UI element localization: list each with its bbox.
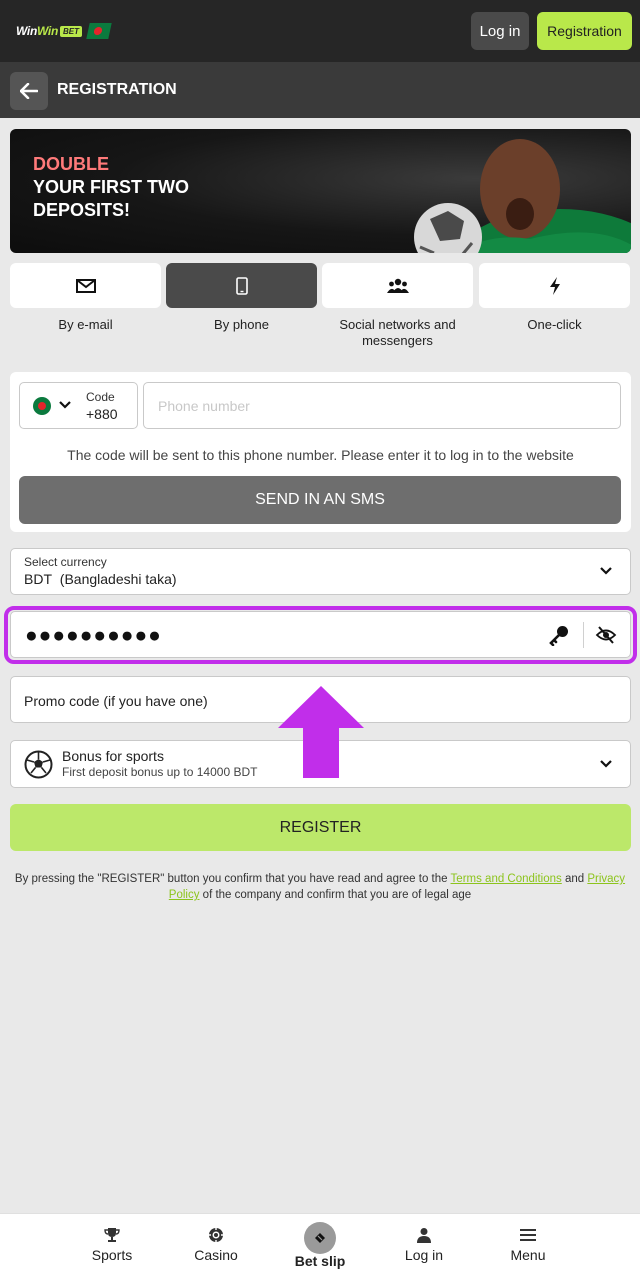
smartphone-icon [235, 276, 248, 295]
eye-off-icon[interactable] [595, 625, 617, 645]
nav-menu-label: Menu [510, 1247, 546, 1263]
banner-line-3: DEPOSITS! [33, 200, 131, 220]
nav-log-in-label: Log in [404, 1247, 444, 1263]
currency-value: BDT (Bangladeshi taka) [24, 571, 177, 587]
currency-select[interactable]: Select currency BDT (Bangladeshi taka) [10, 548, 631, 595]
tab-by-email-tile[interactable] [10, 263, 161, 308]
page-header: REGISTRATION [0, 62, 640, 118]
nav-casino[interactable]: Casino [164, 1214, 268, 1280]
arrow-left-icon [20, 83, 38, 99]
bottom-navigation: Sports Casino Bet slip Log in Menu [0, 1213, 640, 1280]
currency-name: (Bangladeshi taka) [59, 571, 177, 587]
country-code-select[interactable]: Code +880 [19, 382, 138, 429]
key-icon[interactable] [548, 624, 570, 646]
nav-bet-slip-label: Bet slip [294, 1253, 346, 1269]
bonus-title: Bonus for sports [62, 748, 164, 764]
logo-text: WinWin [16, 24, 58, 38]
legal-text: By pressing the "REGISTER" button you co… [14, 873, 626, 901]
password-divider [583, 622, 584, 648]
tab-by-email[interactable]: By e-mail [10, 263, 161, 333]
nav-sports[interactable]: Sports [60, 1214, 164, 1280]
tab-by-phone[interactable]: By phone [166, 263, 317, 333]
phone-number-input[interactable] [143, 382, 621, 429]
currency-label: Select currency [24, 555, 107, 569]
tab-by-email-label: By e-mail [58, 317, 113, 332]
banner-text: DOUBLE YOUR FIRST TWO DEPOSITS! [33, 153, 189, 222]
tab-social-networks-label: Social networks and messengers [339, 317, 456, 348]
football-player-image [414, 139, 631, 253]
ticket-icon [315, 1233, 325, 1243]
trophy-icon [104, 1228, 120, 1242]
phone-section: Code +880 The code will be sent to this … [10, 372, 631, 532]
phone-hint: The code will be sent to this phone numb… [67, 447, 574, 463]
tab-social-networks[interactable]: Social networks and messengers [322, 263, 473, 349]
top-bar: WinWin BET Log in Registration [0, 0, 640, 62]
chevron-down-icon [600, 760, 612, 768]
chevron-down-icon [600, 567, 612, 575]
currency-code: BDT [24, 571, 52, 587]
banner-line-1: DOUBLE [33, 154, 109, 174]
arrow-up-icon [278, 686, 364, 778]
back-button[interactable] [10, 72, 48, 110]
registration-method-tabs: By e-mail By phone Social networks and m… [10, 263, 631, 353]
lightning-icon [549, 276, 560, 295]
send-sms-button[interactable]: SEND IN AN SMS [19, 476, 621, 524]
bangladesh-flag-icon [33, 397, 51, 415]
bonus-subtitle: First deposit bonus up to 14000 BDT [62, 765, 258, 779]
users-icon [386, 278, 409, 293]
page-title: REGISTRATION [57, 81, 177, 98]
terms-link[interactable]: Terms and Conditions [451, 873, 562, 885]
bangladesh-flag-icon [86, 23, 112, 39]
soccer-ball-icon [24, 750, 53, 779]
tab-social-networks-tile[interactable] [322, 263, 473, 308]
nav-bet-slip[interactable]: Bet slip [268, 1214, 372, 1280]
tab-one-click[interactable]: One-click [479, 263, 630, 333]
promo-banner[interactable]: DOUBLE YOUR FIRST TWO DEPOSITS! [10, 129, 631, 253]
tab-one-click-tile[interactable] [479, 263, 630, 308]
registration-button[interactable]: Registration [537, 12, 632, 50]
nav-sports-label: Sports [91, 1247, 133, 1263]
tab-by-phone-tile[interactable] [166, 263, 317, 308]
code-value: +880 [86, 406, 118, 422]
register-button[interactable]: REGISTER [10, 804, 631, 851]
privacy-link-cont[interactable]: Policy [169, 889, 200, 901]
logo[interactable]: WinWin BET [16, 22, 112, 40]
tab-by-phone-label: By phone [214, 317, 269, 332]
tab-one-click-label: One-click [527, 317, 582, 332]
envelope-icon [75, 278, 96, 293]
nav-log-in[interactable]: Log in [372, 1214, 476, 1280]
nav-casino-label: Casino [194, 1247, 238, 1263]
nav-menu[interactable]: Menu [476, 1214, 580, 1280]
login-button[interactable]: Log in [471, 12, 529, 50]
privacy-link[interactable]: Privacy [587, 873, 625, 885]
password-field[interactable]: ●●●●●●●●●● [10, 611, 631, 658]
user-icon [417, 1228, 431, 1243]
chevron-down-icon [59, 401, 71, 409]
bet-slip-badge [304, 1222, 336, 1254]
casino-chip-icon [209, 1228, 223, 1242]
password-value: ●●●●●●●●●● [25, 624, 162, 647]
hamburger-icon [520, 1229, 536, 1241]
code-label: Code [86, 390, 115, 404]
banner-line-2: YOUR FIRST TWO [33, 177, 189, 197]
logo-badge: BET [60, 25, 82, 37]
